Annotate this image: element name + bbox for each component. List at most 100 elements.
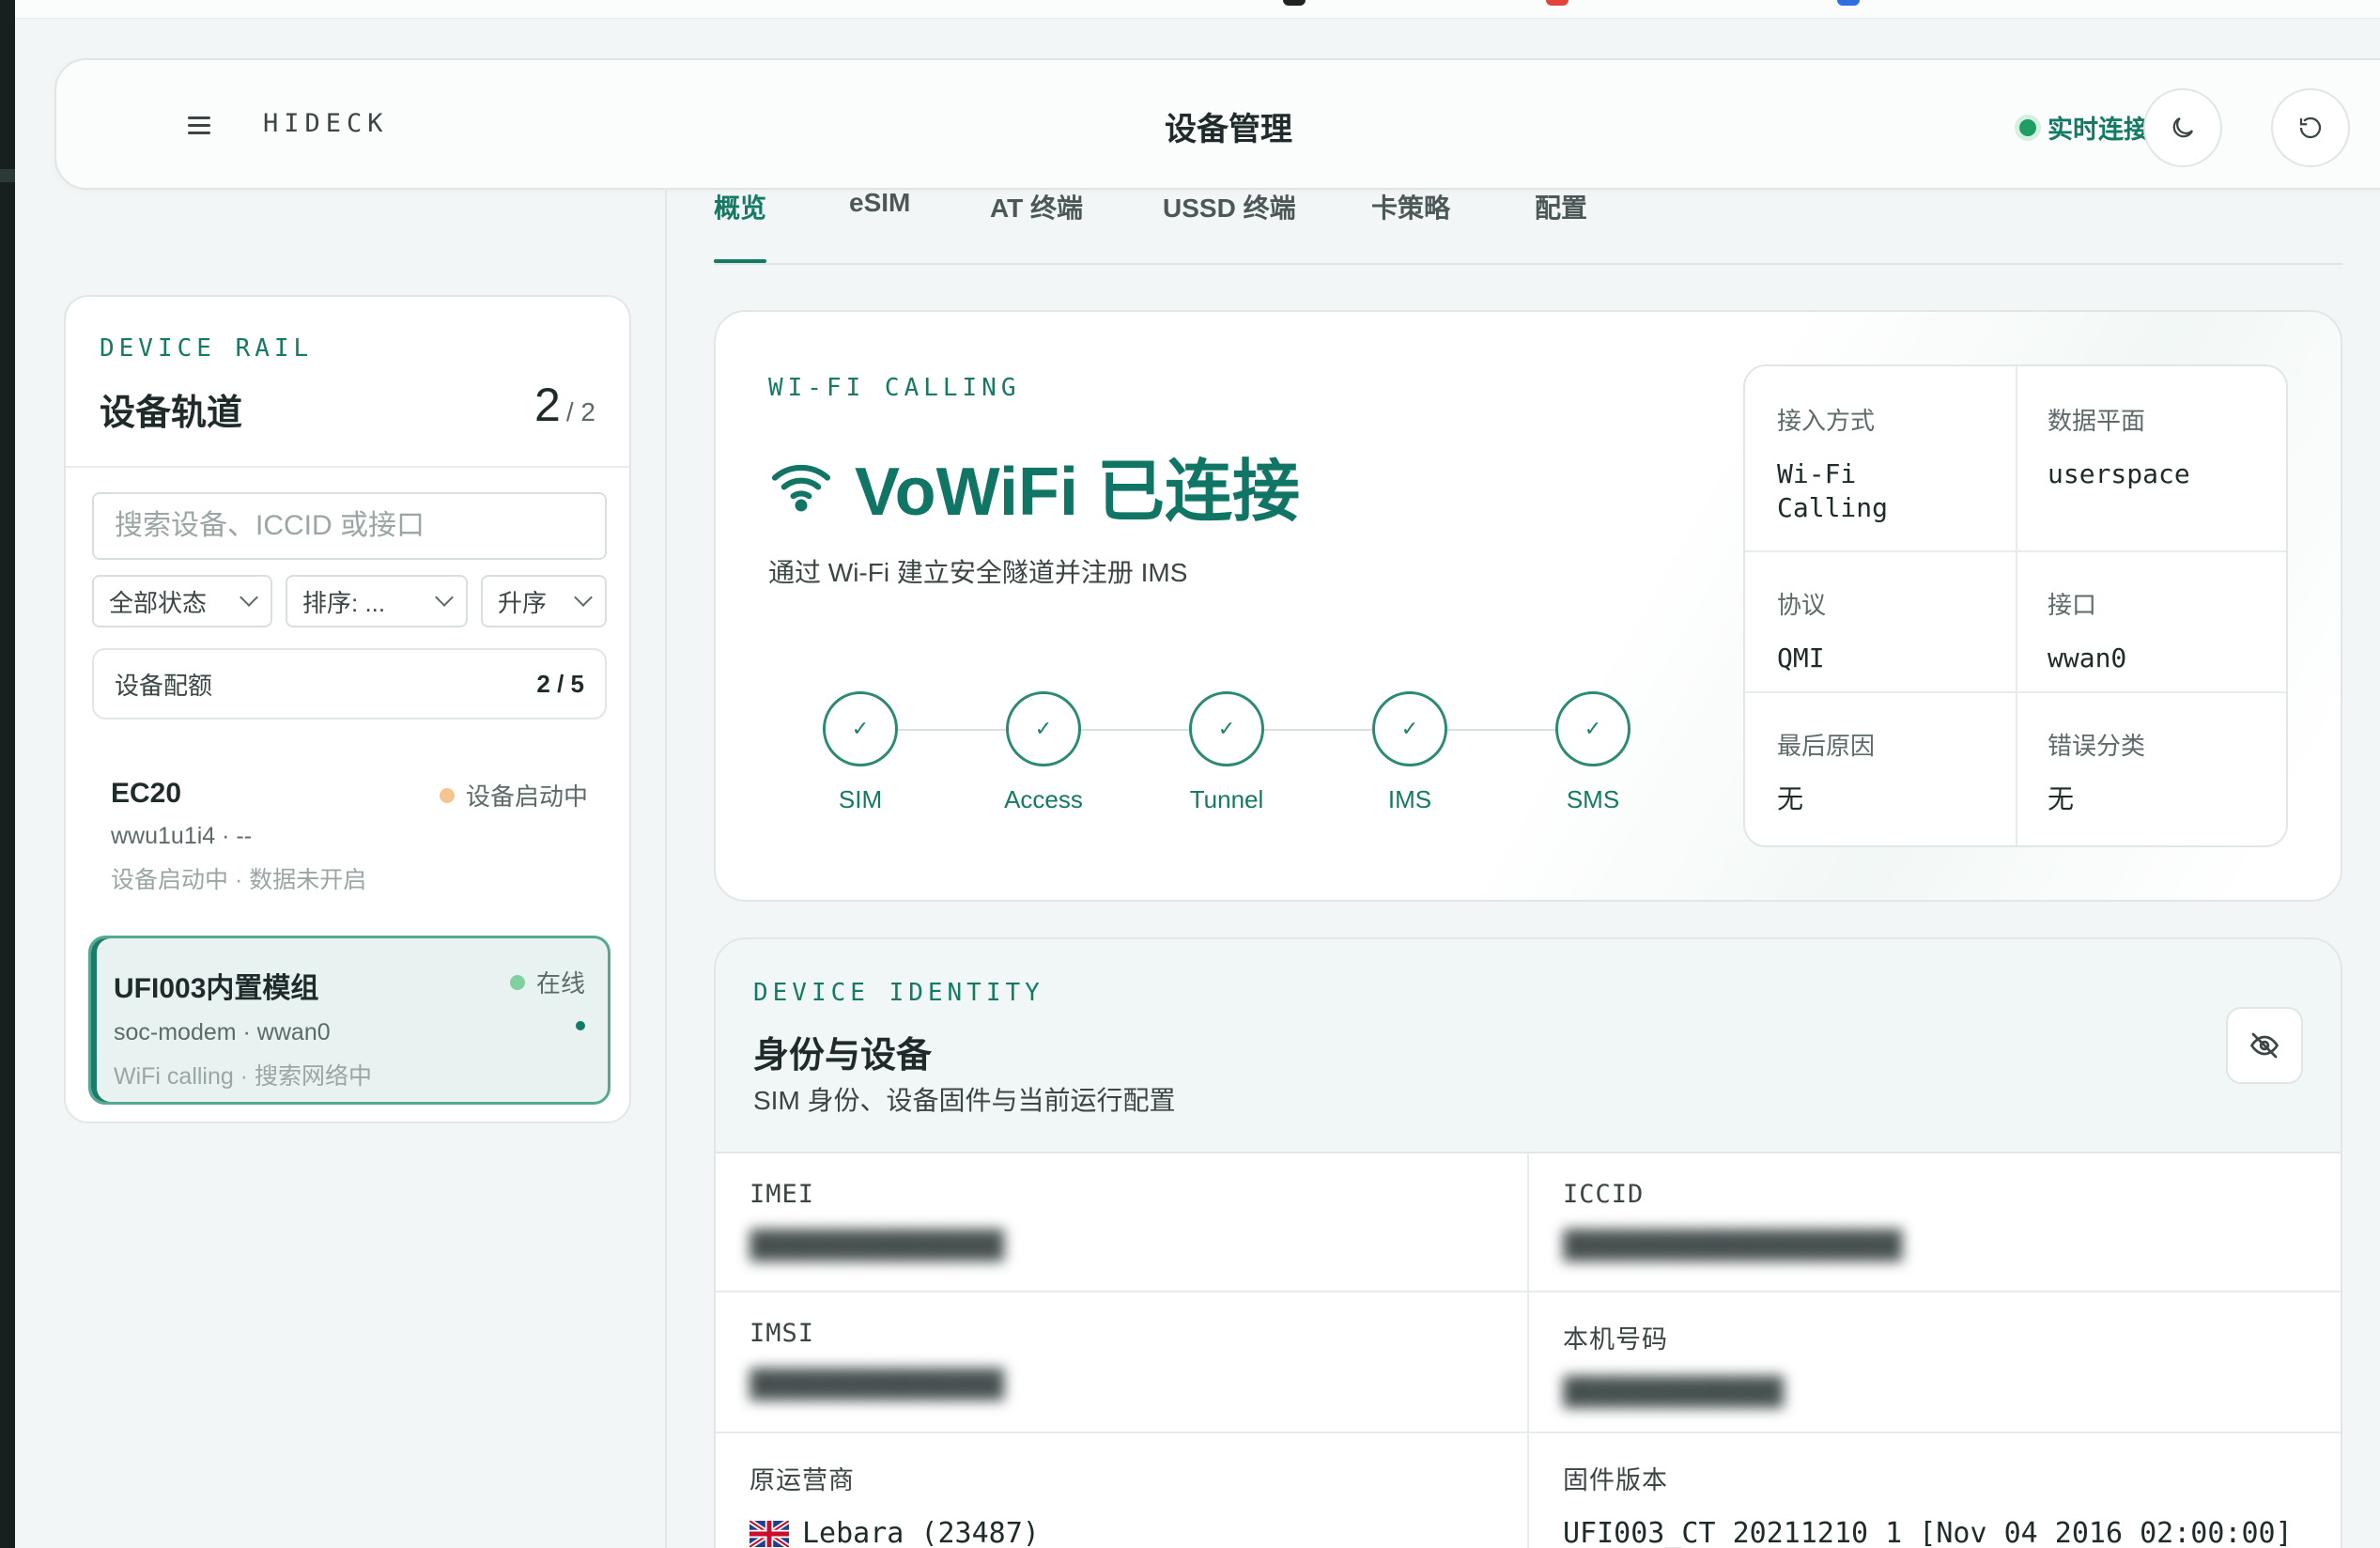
quota-value: 2 / 5 [536,669,584,698]
msisdn-value-masked: ▓▓▓▓▓▓▓▓▓▓▓▓▓ [1563,1376,1784,1409]
status-filter-select[interactable]: 全部状态 [92,575,272,627]
vowifi-description: 通过 Wi-Fi 建立安全隧道并注册 IMS [768,558,1188,587]
imei-value-masked: ▓▓▓▓▓▓▓▓▓▓▓▓▓▓▓ [750,1230,1004,1262]
iccid-value-masked: ▓▓▓▓▓▓▓▓▓▓▓▓▓▓▓▓▓▓▓▓ [1563,1230,1903,1262]
firmware-value: UFI003_CT 20211210 1 [Nov 04 2016 02:00:… [1563,1517,2293,1548]
check-icon: ✓ [1006,691,1081,766]
tab-esim[interactable]: eSIM [849,188,910,218]
status-label: 设备启动中 [465,782,588,811]
vowifi-status: VoWiFi 已连接 [768,436,1300,534]
device-search-input[interactable] [92,492,607,560]
check-icon: ✓ [1189,691,1264,766]
firmware-field: 固件版本 UFI003_CT 20211210 1 [Nov 04 2016 0… [1529,1433,2341,1548]
info-label: 接入方式 [1777,407,1876,435]
status-filter-label: 全部状态 [109,588,208,617]
carrier-value: Lebara (23487) [750,1517,1493,1548]
info-label: 数据平面 [2048,407,2146,435]
status-dot-icon [509,974,525,990]
window-edge [0,0,15,1548]
error-class: 错误分类无 [2016,691,2286,816]
field-label: ICCID [1563,1180,1645,1209]
access-method: 接入方式 Wi-Fi Calling [1745,366,2016,525]
live-status-label: 实时连接 [2048,116,2149,144]
info-label: 接口 [2048,591,2097,619]
device-quota: 设备配额 2 / 5 [92,648,607,720]
uk-flag-icon [750,1521,789,1547]
last-reason: 最后原因无 [1745,691,2016,816]
field-label: IMSI [750,1319,815,1348]
info-value: wwan0 [2048,642,2127,673]
device-identity-card: DEVICE IDENTITY 身份与设备 SIM 身份、设备固件与当前运行配置… [714,937,2342,1548]
info-value: Wi-Fi Calling [1777,458,1889,523]
imsi-field: IMSI ▓▓▓▓▓▓▓▓▓▓▓▓▓▓▓ [716,1293,1527,1428]
toggle-visibility-button[interactable] [2226,1007,2303,1084]
info-label: 最后原因 [1777,732,1876,760]
step-tunnel: ✓ Tunnel [1189,691,1264,813]
device-rail-eyebrow: DEVICE RAIL [100,334,314,363]
step-label: SIM [838,785,883,813]
identity-description: SIM 身份、设备固件与当前运行配置 [753,1086,1176,1115]
device-count-current: 2 [534,379,561,431]
tab-active-indicator [714,259,766,263]
info-value: QMI [1777,642,1825,673]
tab-overview[interactable]: 概览 [714,188,766,225]
vowifi-headline: VoWiFi 已连接 [855,455,1300,530]
refresh-button[interactable] [2271,88,2350,167]
device-note: WiFi calling · 搜索网络中 [114,1063,373,1090]
info-label: 协议 [1777,591,1827,619]
tab-card-policy[interactable]: 卡策略 [1371,188,1450,225]
identity-title: 身份与设备 [753,1036,933,1076]
check-icon: ✓ [1555,691,1630,766]
menu-icon[interactable] [188,116,210,134]
wifi-calling-eyebrow: WI-FI CALLING [768,374,1021,402]
status-badge: 设备启动中 [439,778,588,813]
field-label: IMEI [750,1180,815,1209]
registration-steps: ✓ SIM ✓ Access ✓ Tunnel ✓ IMS ✓ SMS [823,691,1630,813]
field-label: 本机号码 [1563,1325,1668,1354]
device-rail-title: 设备轨道 [100,394,243,433]
tab-config[interactable]: 配置 [1535,188,1587,225]
theme-toggle-button[interactable] [2143,88,2222,167]
device-item-ufi003[interactable]: UFI003内置模组 soc-modem · wwan0 WiFi callin… [88,936,610,1105]
info-value: 无 [2048,784,2075,813]
selected-indicator-icon [576,1021,585,1030]
tab-ussd-terminal[interactable]: USSD 终端 [1163,188,1296,225]
device-item-ec20[interactable]: EC20 wwu1u1i4 · -- 设备启动中 · 数据未开启 设备启动中 [88,751,610,921]
field-label: 原运营商 [750,1466,855,1494]
live-indicator-icon [2019,118,2036,136]
page-title: 设备管理 [1165,112,1292,147]
device-subtitle: soc-modem · wwan0 [114,1019,331,1045]
device-count-total: / 2 [565,397,595,426]
main-tabs: 概览 eSIM AT 终端 USSD 终端 卡策略 配置 [714,184,2342,265]
protocol: 协议 QMI [1745,550,2016,675]
app-header: HIDECK 设备管理 实时连接 [54,58,2380,190]
info-label: 错误分类 [2048,732,2146,760]
iccid-field: ICCID ▓▓▓▓▓▓▓▓▓▓▓▓▓▓▓▓▓▓▓▓ [1529,1153,2341,1289]
divider [66,466,629,468]
step-label: SMS [1566,785,1620,813]
device-count: 2/ 2 [534,378,595,432]
status-badge: 在线 [509,965,585,999]
refresh-icon [2299,116,2322,139]
sort-select[interactable]: 排序: ... [286,575,468,627]
check-icon: ✓ [1372,691,1447,766]
status-dot-icon [439,787,455,803]
interface: 接口 wwan0 [2016,550,2286,675]
tab-at-terminal[interactable]: AT 终端 [990,188,1083,225]
imsi-value-masked: ▓▓▓▓▓▓▓▓▓▓▓▓▓▓▓ [750,1369,1004,1401]
chevron-down-icon [574,588,593,607]
carrier-field: 原运营商 Lebara (23487) [716,1433,1527,1548]
chevron-down-icon [240,588,258,607]
live-status: 实时连接 [2019,109,2149,146]
quota-label: 设备配额 [115,671,213,700]
step-sim: ✓ SIM [823,691,898,813]
identity-eyebrow: DEVICE IDENTITY [753,979,1044,1007]
check-icon: ✓ [823,691,898,766]
connection-info-grid: 接入方式 Wi-Fi Calling 数据平面 userspace 协议 QMI 接口… [1743,364,2288,847]
wifi-icon [771,464,831,511]
brand-logo: HIDECK [263,109,389,138]
status-label: 在线 [535,969,585,998]
order-select[interactable]: 升序 [481,575,607,627]
sort-label: 排序: ... [302,588,386,617]
wifi-calling-card: WI-FI CALLING VoWiFi 已连接 通过 Wi-Fi 建立安全隧道… [714,310,2342,902]
